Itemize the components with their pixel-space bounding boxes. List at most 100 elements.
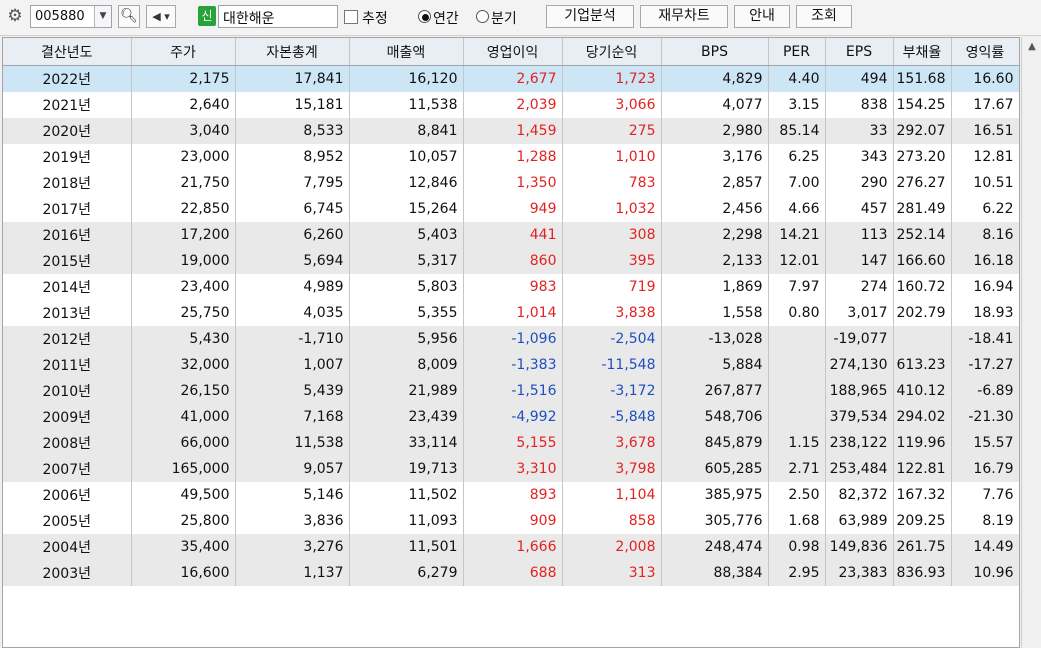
table-row[interactable]: 2010년 26,150 5,439 21,989 -1,516 -3,172 267,87… [3,378,1019,404]
chevron-down-icon[interactable]: ▼ [94,6,111,27]
column-header[interactable]: 영업이익 [463,38,563,66]
table-cell: 165,000 [131,456,236,482]
table-cell: -18.41 [951,326,1019,352]
table-row[interactable]: 2011년 32,000 1,007 8,009 -1,383 -11,548 5,884 2… [3,352,1019,378]
scroll-up-icon[interactable]: ▲ [1022,41,1041,52]
query-button[interactable]: 조회 [796,5,852,28]
table-cell: 2020년 [3,118,132,144]
column-header[interactable]: 주가 [131,38,236,66]
company-name-field[interactable]: 대한해운 [218,5,338,28]
table-cell: 25,800 [131,508,236,534]
column-header[interactable]: 결산년도 [3,38,132,66]
table-cell: 274 [825,274,894,300]
column-header[interactable]: 당기순익 [562,38,662,66]
table-cell: 294.02 [893,404,952,430]
table-row[interactable]: 2014년 23,400 4,989 5,803 983 719 1,869 7.97 274 1… [3,274,1019,300]
stock-code-value: 005880 [35,9,85,24]
column-header[interactable]: BPS [661,38,769,66]
stock-code-input[interactable]: 005880 ▼ [30,5,112,28]
gear-icon[interactable]: ⚙ [4,5,26,28]
table-cell: 41,000 [131,404,236,430]
table-cell: 1,007 [235,352,350,378]
table-cell: 16.94 [951,274,1019,300]
table-cell: 11,538 [235,430,350,456]
table-cell: 14.49 [951,534,1019,560]
table-cell: 119.96 [893,430,952,456]
table-cell: 2,640 [131,92,236,118]
column-header[interactable]: 매출액 [349,38,464,66]
table-row[interactable]: 2016년 17,200 6,260 5,403 441 308 2,298 14.21 113… [3,222,1019,248]
table-row[interactable]: 2003년 16,600 1,137 6,279 688 313 88,384 2.95 23,… [3,560,1019,586]
table-cell: 5,884 [661,352,769,378]
table-cell: 3,310 [463,456,563,482]
financial-chart-button[interactable]: 재무차트 [640,5,728,28]
table-cell: 17,841 [235,65,350,92]
table-cell: 3,838 [562,300,662,326]
table-row[interactable]: 2021년 2,640 15,181 11,538 2,039 3,066 4,077 3.1… [3,92,1019,118]
table-cell: 441 [463,222,563,248]
column-header[interactable]: 자본총계 [235,38,350,66]
table-cell: 5,694 [235,248,350,274]
table-row[interactable]: 2004년 35,400 3,276 11,501 1,666 2,008 248,474 0… [3,534,1019,560]
table-cell: 313 [562,560,662,586]
estimate-checkbox[interactable] [344,10,358,24]
search-button[interactable]: 🔍︎ [118,5,140,28]
table-row[interactable]: 2008년 66,000 11,538 33,114 5,155 3,678 845,879… [3,430,1019,456]
table-cell [893,326,952,352]
table-row[interactable]: 2022년 2,175 17,841 16,120 2,677 1,723 4,829 4.4… [3,65,1019,92]
table-cell: 2006년 [3,482,132,508]
table-cell: 8.16 [951,222,1019,248]
table-row[interactable]: 2005년 25,800 3,836 11,093 909 858 305,776 1.68 6… [3,508,1019,534]
table-row[interactable]: 2006년 49,500 5,146 11,502 893 1,104 385,975 2.5… [3,482,1019,508]
table-cell: 836.93 [893,560,952,586]
table-cell: 253,484 [825,456,894,482]
speaker-dropdown-button[interactable]: ◀ ▾ [146,5,176,28]
column-header[interactable]: EPS [825,38,894,66]
table-cell: 21,989 [349,378,464,404]
table-cell: 33,114 [349,430,464,456]
table-row[interactable]: 2017년 22,850 6,745 15,264 949 1,032 2,456 4.66 4… [3,196,1019,222]
table-cell: 21,750 [131,170,236,196]
table-cell: 23,383 [825,560,894,586]
table-cell: 2011년 [3,352,132,378]
table-row[interactable]: 2015년 19,000 5,694 5,317 860 395 2,133 12.01 147… [3,248,1019,274]
table-cell: 2,857 [661,170,769,196]
company-analysis-button[interactable]: 기업분석 [546,5,634,28]
table-row[interactable]: 2018년 21,750 7,795 12,846 1,350 783 2,857 7.00 2… [3,170,1019,196]
column-header[interactable]: 부채율 [893,38,952,66]
table-row[interactable]: 2013년 25,750 4,035 5,355 1,014 3,838 1,558 0.80… [3,300,1019,326]
table-row[interactable]: 2012년 5,430 -1,710 5,956 -1,096 -2,504 -13,028… [3,326,1019,352]
table-cell [768,404,826,430]
annual-radio[interactable] [418,10,431,23]
table-cell: 35,400 [131,534,236,560]
table-cell: 1.68 [768,508,826,534]
table-cell: 12.01 [768,248,826,274]
table-cell: 4.66 [768,196,826,222]
table-cell: 16,600 [131,560,236,586]
table-cell: 2018년 [3,170,132,196]
table-cell: -4,992 [463,404,563,430]
table-cell: 1.15 [768,430,826,456]
table-cell: 1,459 [463,118,563,144]
table-cell: 16.18 [951,248,1019,274]
table-row[interactable]: 2009년 41,000 7,168 23,439 -4,992 -5,848 548,70… [3,404,1019,430]
table-row[interactable]: 2020년 3,040 8,533 8,841 1,459 275 2,980 85.14 33… [3,118,1019,144]
table-cell: 290 [825,170,894,196]
table-row[interactable]: 2019년 23,000 8,952 10,057 1,288 1,010 3,176 6.2… [3,144,1019,170]
vertical-scrollbar[interactable]: ▲ [1021,37,1041,648]
table-cell: 32,000 [131,352,236,378]
column-header[interactable]: 영익률 [951,38,1019,66]
table-cell: 202.79 [893,300,952,326]
table-cell: 1,350 [463,170,563,196]
quarter-radio[interactable] [476,10,489,23]
table-cell: 605,285 [661,456,769,482]
table-cell: -2,504 [562,326,662,352]
column-header[interactable]: PER [768,38,826,66]
table-row[interactable]: 2007년 165,000 9,057 19,713 3,310 3,798 605,285… [3,456,1019,482]
table-cell: 548,706 [661,404,769,430]
table-cell: -1,383 [463,352,563,378]
guide-button[interactable]: 안내 [734,5,790,28]
table-cell: 5,155 [463,430,563,456]
table-cell: 2.71 [768,456,826,482]
table-cell: 281.49 [893,196,952,222]
